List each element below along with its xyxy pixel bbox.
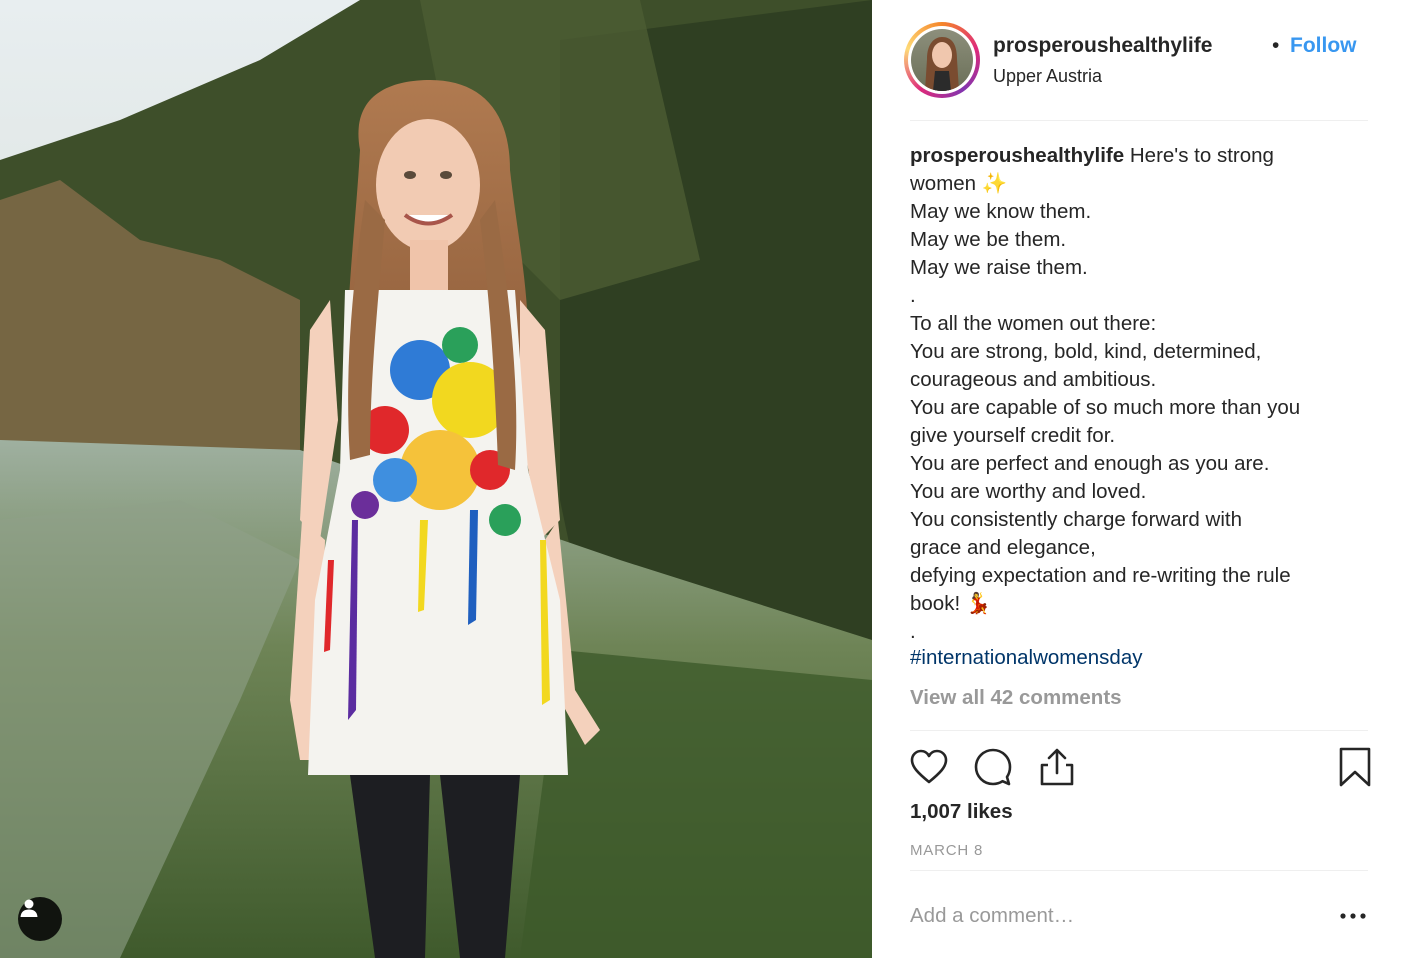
more-options-icon <box>1340 913 1366 919</box>
heart-icon <box>910 749 948 784</box>
save-button[interactable] <box>1334 746 1376 788</box>
post-caption: prosperoushealthylife Here's to strong w… <box>910 142 1372 646</box>
header-separator: • <box>1272 34 1280 57</box>
likes-count[interactable]: 1,007 likes <box>910 800 1013 824</box>
hashtag-link[interactable]: #internationalwomensday <box>910 646 1142 670</box>
comment-icon <box>974 748 1012 786</box>
user-tag-button[interactable] <box>18 897 62 941</box>
footer-divider <box>910 870 1368 871</box>
share-icon <box>1040 748 1074 786</box>
caption-username[interactable]: prosperoushealthylife <box>910 144 1124 167</box>
more-options-button[interactable] <box>1338 904 1368 928</box>
post-photo[interactable] <box>0 0 872 958</box>
comments-divider <box>910 730 1368 731</box>
caption-text: Here's to strong women ✨ May we know the… <box>910 144 1301 643</box>
header-username[interactable]: prosperoushealthylife <box>993 34 1212 58</box>
comment-button[interactable] <box>972 746 1014 788</box>
post-side-panel: prosperoushealthylife • Follow Upper Aus… <box>872 0 1404 958</box>
avatar[interactable] <box>904 22 980 98</box>
header-divider <box>910 120 1368 121</box>
post-date[interactable]: MARCH 8 <box>910 842 983 859</box>
user-tag-icon <box>20 899 38 917</box>
view-all-comments-link[interactable]: View all 42 comments <box>910 686 1122 710</box>
location-link[interactable]: Upper Austria <box>993 66 1102 87</box>
comment-input[interactable] <box>910 900 1330 932</box>
avatar-image <box>911 29 973 91</box>
share-button[interactable] <box>1036 746 1078 788</box>
like-button[interactable] <box>908 746 950 788</box>
follow-button[interactable]: Follow <box>1290 34 1357 58</box>
post-header: prosperoushealthylife • Follow Upper Aus… <box>904 22 1368 98</box>
bookmark-icon <box>1339 747 1371 787</box>
action-bar <box>908 746 1371 788</box>
photo-illustration <box>0 0 872 958</box>
